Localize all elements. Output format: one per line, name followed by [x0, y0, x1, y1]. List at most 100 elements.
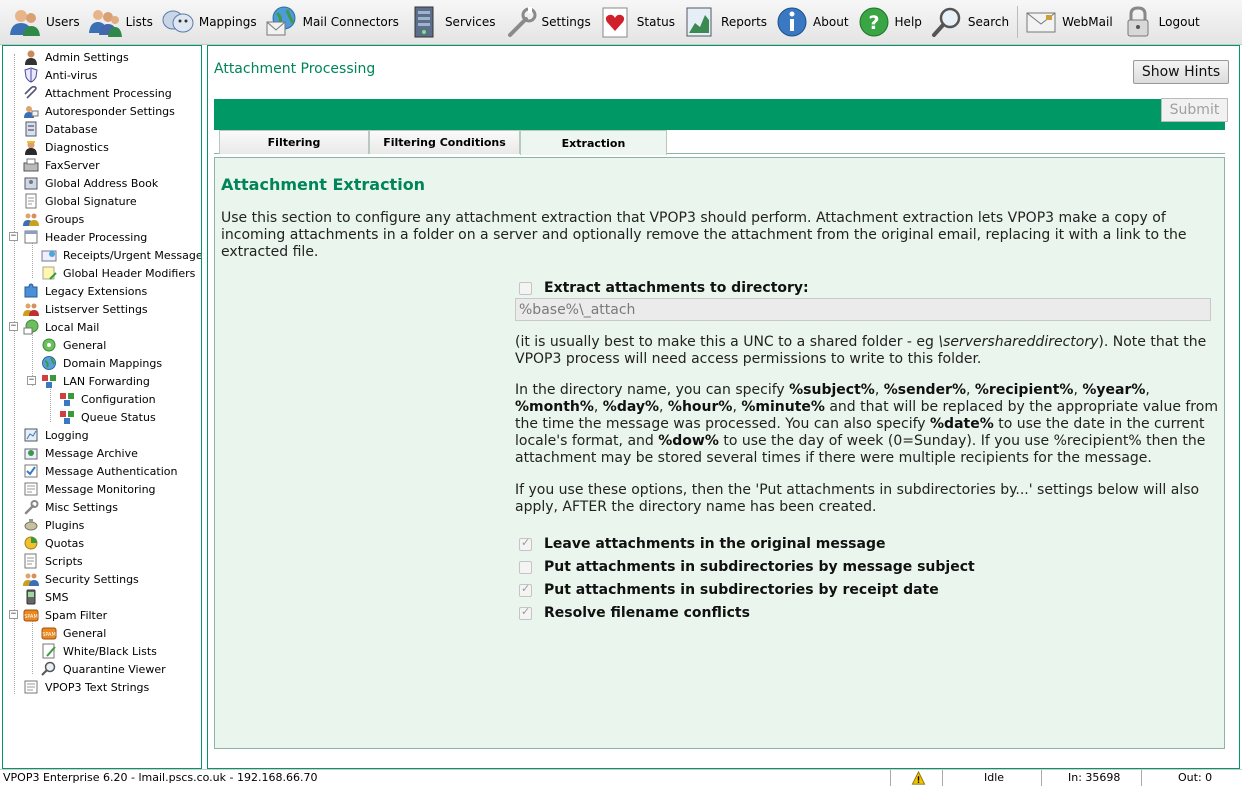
- toolbar-settings-button[interactable]: Settings: [504, 2, 591, 42]
- submit-button[interactable]: Submit: [1161, 98, 1228, 122]
- header-processing-collapse-toggle[interactable]: −: [9, 232, 18, 241]
- users-icon: [10, 10, 40, 36]
- tree-item-misc-settings[interactable]: Misc Settings: [23, 498, 118, 516]
- toolbar-about-label: About: [813, 15, 849, 29]
- subdirs-by-date-checkbox[interactable]: [519, 582, 532, 597]
- tokens-note: In the directory name, you can specify %…: [515, 382, 1221, 467]
- local-mail-collapse-toggle[interactable]: −: [9, 322, 18, 331]
- mail-connectors-icon: [266, 6, 296, 36]
- toolbar-reports-button[interactable]: Reports: [683, 2, 767, 42]
- tab-extraction[interactable]: Extraction: [520, 130, 667, 155]
- reports-icon: [686, 7, 712, 37]
- tree-item-global-address-book[interactable]: Global Address Book: [23, 174, 158, 192]
- lan-icon: [42, 375, 56, 388]
- action-bar: [214, 99, 1225, 130]
- subdirs-by-subject-row: Put attachments in subdirectories by mes…: [515, 559, 975, 575]
- directory-input[interactable]: [515, 298, 1211, 321]
- tree-item-domain-mappings[interactable]: Domain Mappings: [41, 354, 162, 372]
- tree-item-local-mail-general[interactable]: General: [41, 336, 106, 354]
- tree-item-label: Quotas: [45, 536, 85, 550]
- tree-item-sms[interactable]: SMS: [23, 588, 68, 606]
- mappings-icon: [162, 10, 194, 33]
- token-date: %date%: [930, 416, 994, 432]
- tree-item-admin-settings[interactable]: Admin Settings: [23, 48, 129, 66]
- toolbar-about-button[interactable]: About: [775, 2, 849, 42]
- toolbar-mail-connectors-button[interactable]: Mail Connectors: [265, 2, 399, 42]
- tree-item-message-monitoring[interactable]: Message Monitoring: [23, 480, 156, 498]
- toolbar-users-button[interactable]: Users: [8, 2, 80, 42]
- token-day: %day%: [602, 399, 660, 415]
- tree-item-spam-filter[interactable]: SPAM Spam Filter: [23, 606, 107, 624]
- toolbar-services-button[interactable]: Services: [407, 2, 496, 42]
- toolbar-lists-button[interactable]: Lists: [88, 2, 153, 42]
- tree-item-label: Message Archive: [45, 446, 138, 460]
- token-separator: ,: [659, 399, 668, 415]
- toolbar-separator: [1017, 6, 1019, 38]
- status-bar: VPOP3 Enterprise 6.20 - lmail.pscs.co.uk…: [0, 769, 1242, 786]
- extract-attachments-checkbox[interactable]: [519, 281, 532, 295]
- help-icon: ?: [859, 7, 889, 37]
- tree-item-legacy-extensions[interactable]: Legacy Extensions: [23, 282, 147, 300]
- toolbar-mappings-button[interactable]: Mappings: [161, 2, 257, 42]
- database-icon: [25, 121, 37, 137]
- header-modifier-icon: [42, 266, 57, 280]
- tree-item-label: SMS: [45, 590, 69, 604]
- token-year: %year%: [1082, 382, 1146, 398]
- unc-note-prefix: (it is usually best to make this a UNC t…: [515, 334, 939, 350]
- tree-item-quotas[interactable]: Quotas: [23, 534, 84, 552]
- text-strings-icon: [24, 680, 38, 694]
- tree-item-message-archive[interactable]: Message Archive: [23, 444, 138, 462]
- tree-item-spam-filter-general[interactable]: SPAM General: [41, 624, 106, 642]
- tree-item-scripts[interactable]: Scripts: [23, 552, 83, 570]
- fax-icon: [23, 158, 39, 172]
- toolbar-users-label: Users: [46, 15, 80, 29]
- tree-item-receipts-urgent-messages[interactable]: Receipts/Urgent Messages: [41, 246, 201, 264]
- tab-filtering-conditions[interactable]: Filtering Conditions: [369, 130, 520, 154]
- tree-item-quarantine-viewer[interactable]: Quarantine Viewer: [41, 660, 166, 678]
- show-hints-button[interactable]: Show Hints: [1133, 60, 1229, 84]
- tree-item-logging[interactable]: Logging: [23, 426, 89, 444]
- navigation-tree: − − − − Admin Settings Anti-virus Attach…: [2, 45, 202, 769]
- tree-item-attachment-processing[interactable]: Attachment Processing: [23, 84, 172, 102]
- tree-item-queue-status[interactable]: Queue Status: [59, 408, 156, 426]
- tree-item-diagnostics[interactable]: Diagnostics: [23, 138, 109, 156]
- toolbar-search-button[interactable]: Search: [930, 2, 1009, 42]
- tree-item-groups[interactable]: Groups: [23, 210, 84, 228]
- tree-item-faxserver[interactable]: FaxServer: [23, 156, 100, 174]
- subdirs-by-subject-checkbox[interactable]: [519, 560, 532, 574]
- tree-item-vpop3-text-strings[interactable]: VPOP3 Text Strings: [23, 678, 149, 696]
- tree-item-database[interactable]: Database: [23, 120, 98, 138]
- tree-item-plugins[interactable]: Plugins: [23, 516, 84, 534]
- leave-attachments-checkbox[interactable]: [519, 536, 532, 551]
- toolbar-logout-label: Logout: [1158, 15, 1200, 29]
- toolbar-reports-label: Reports: [721, 15, 768, 29]
- toolbar-help-button[interactable]: ? Help: [857, 2, 922, 42]
- tree-item-listserver-settings[interactable]: Listserver Settings: [23, 300, 148, 318]
- tree-item-configuration[interactable]: Configuration: [59, 390, 156, 408]
- lan-forwarding-collapse-toggle[interactable]: −: [27, 376, 36, 385]
- tree-item-label: Header Processing: [45, 230, 148, 244]
- tree-item-autoresponder-settings[interactable]: Autoresponder Settings: [23, 102, 175, 120]
- tree-guide-line: [32, 620, 33, 674]
- tree-item-global-signature[interactable]: Global Signature: [23, 192, 137, 210]
- status-divider: [890, 770, 891, 786]
- resolve-conflicts-checkbox[interactable]: [519, 605, 532, 620]
- toolbar-status-button[interactable]: Status: [599, 2, 675, 42]
- tree-item-message-authentication[interactable]: Message Authentication: [23, 462, 177, 480]
- tree-item-white-black-lists[interactable]: White/Black Lists: [41, 642, 157, 660]
- tree-guide-line: [50, 386, 51, 422]
- spam-filter-collapse-toggle[interactable]: −: [9, 610, 18, 619]
- main-panel: Attachment Processing Show Hints Submit …: [207, 45, 1240, 769]
- tree-item-global-header-modifiers[interactable]: Global Header Modifiers: [41, 264, 195, 282]
- tree-item-header-processing[interactable]: Header Processing: [23, 228, 147, 246]
- toolbar-webmail-button[interactable]: WebMail: [1024, 2, 1113, 42]
- magnifier-icon: [41, 661, 56, 676]
- tree-item-lan-forwarding[interactable]: LAN Forwarding: [41, 372, 150, 390]
- tab-filtering[interactable]: Filtering: [219, 130, 369, 154]
- toolbar-logout-button[interactable]: Logout: [1121, 2, 1200, 42]
- token-separator: ,: [593, 399, 603, 415]
- tree-item-anti-virus[interactable]: Anti-virus: [23, 66, 97, 84]
- tree-item-security-settings[interactable]: Security Settings: [23, 570, 139, 588]
- tree-item-local-mail[interactable]: Local Mail: [23, 318, 99, 336]
- wrench-icon: [24, 500, 39, 515]
